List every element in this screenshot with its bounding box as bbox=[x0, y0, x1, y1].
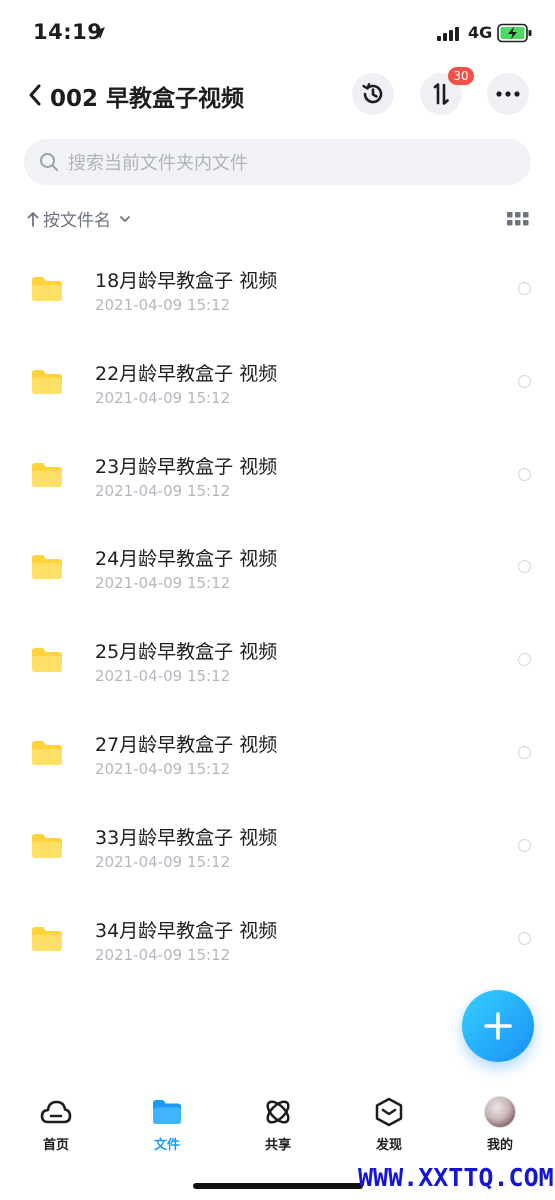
cloud-icon bbox=[40, 1100, 72, 1124]
watermark: WWW.XXTTQ.COM bbox=[358, 1163, 554, 1192]
chevron-left-icon bbox=[29, 84, 41, 106]
file-date: 2021-04-09 15:12 bbox=[95, 759, 231, 778]
tab-home[interactable]: 首页 bbox=[11, 1088, 101, 1158]
file-list-item[interactable]: 24月龄早教盒子 视频 2021-04-09 15:12 bbox=[0, 522, 555, 615]
sort-button[interactable]: 按文件名 bbox=[27, 206, 131, 231]
grid-view-icon[interactable] bbox=[507, 212, 529, 226]
file-date: 2021-04-09 15:12 bbox=[95, 667, 231, 686]
file-name: 23月龄早教盒子 视频 bbox=[95, 455, 278, 478]
location-arrow-icon bbox=[93, 27, 105, 39]
file-name: 18月龄早教盒子 视频 bbox=[95, 270, 278, 292]
file-date: 2021-04-09 15:12 bbox=[95, 296, 231, 314]
file-name: 34月龄早教盒子 视频 bbox=[95, 919, 278, 942]
select-checkbox[interactable] bbox=[518, 653, 531, 667]
file-list-item[interactable]: 34月龄早教盒子 视频 2021-04-09 15:12 bbox=[0, 894, 555, 987]
avatar bbox=[484, 1096, 516, 1128]
file-list-item[interactable]: 25月龄早教盒子 视频 2021-04-09 15:12 bbox=[0, 615, 555, 708]
sort-label: 按文件名 bbox=[43, 211, 111, 231]
tab-discover[interactable]: 发现 bbox=[344, 1088, 434, 1158]
tab-label: 我的 bbox=[486, 1138, 513, 1153]
file-date: 2021-04-09 15:12 bbox=[95, 388, 231, 407]
file-list-item[interactable]: 33月龄早教盒子 视频 2021-04-09 15:12 bbox=[0, 801, 555, 894]
search-input[interactable] bbox=[66, 139, 510, 187]
file-date: 2021-04-09 15:12 bbox=[95, 945, 231, 964]
select-checkbox[interactable] bbox=[518, 282, 531, 295]
select-checkbox[interactable] bbox=[518, 745, 531, 759]
search-icon bbox=[40, 153, 58, 171]
select-checkbox[interactable] bbox=[518, 467, 531, 481]
transfer-count-badge: 30 bbox=[448, 67, 474, 85]
folder-icon bbox=[32, 555, 62, 580]
folder-icon bbox=[32, 369, 62, 394]
file-list: 18月龄早教盒子 视频 2021-04-09 15:12 22月龄早教盒子 视频… bbox=[0, 244, 555, 986]
tab-share[interactable]: 共享 bbox=[233, 1088, 323, 1158]
tab-label: 首页 bbox=[42, 1138, 69, 1153]
status-bar: 14:19 4G bbox=[0, 0, 555, 64]
more-dots-icon bbox=[496, 91, 520, 97]
file-date: 2021-04-09 15:12 bbox=[95, 574, 231, 593]
transfer-icon bbox=[433, 83, 449, 105]
select-checkbox[interactable] bbox=[518, 931, 531, 945]
folder-icon bbox=[32, 926, 62, 951]
plus-icon bbox=[484, 1012, 512, 1040]
history-button[interactable] bbox=[352, 73, 394, 115]
folder-icon bbox=[153, 1100, 181, 1124]
tab-mine[interactable]: 我的 bbox=[455, 1088, 545, 1158]
folder-icon bbox=[32, 648, 62, 673]
navigation-bar: 002 早教盒子视频 30 bbox=[0, 67, 555, 120]
file-list-item[interactable]: 22月龄早教盒子 视频 2021-04-09 15:12 bbox=[0, 337, 555, 430]
file-name: 27月龄早教盒子 视频 bbox=[95, 733, 278, 756]
file-name: 25月龄早教盒子 视频 bbox=[95, 641, 278, 664]
file-date: 2021-04-09 15:12 bbox=[95, 852, 231, 871]
select-checkbox[interactable] bbox=[518, 838, 531, 852]
file-name: 22月龄早教盒子 视频 bbox=[95, 362, 278, 385]
arrow-up-icon bbox=[27, 211, 39, 227]
file-list-item[interactable]: 27月龄早教盒子 视频 2021-04-09 15:12 bbox=[0, 708, 555, 801]
add-button[interactable] bbox=[462, 990, 534, 1062]
search-bar[interactable] bbox=[24, 139, 531, 187]
select-checkbox[interactable] bbox=[518, 560, 531, 574]
page-title: 002 早教盒子视频 bbox=[50, 86, 245, 112]
folder-icon bbox=[32, 740, 62, 765]
history-icon bbox=[362, 83, 383, 104]
tab-label: 共享 bbox=[264, 1138, 291, 1153]
file-list-item[interactable]: 18月龄早教盒子 视频 2021-04-09 15:12 bbox=[0, 244, 555, 337]
folder-icon bbox=[32, 833, 62, 858]
file-list-item[interactable]: 23月龄早教盒子 视频 2021-04-09 15:12 bbox=[0, 430, 555, 523]
sort-row: 按文件名 bbox=[0, 204, 555, 234]
battery-charging-icon bbox=[497, 23, 532, 43]
select-checkbox[interactable] bbox=[518, 374, 531, 388]
cube-icon bbox=[375, 1097, 403, 1127]
file-name: 24月龄早教盒子 视频 bbox=[95, 548, 278, 571]
tab-files[interactable]: 文件 bbox=[122, 1088, 212, 1158]
tab-label: 文件 bbox=[153, 1138, 180, 1153]
folder-icon bbox=[32, 462, 62, 487]
atom-icon bbox=[266, 1100, 290, 1124]
tab-label: 发现 bbox=[375, 1138, 402, 1153]
signal-icon bbox=[437, 27, 459, 41]
home-indicator bbox=[193, 1183, 363, 1189]
network-type: 4G bbox=[468, 23, 493, 42]
folder-icon bbox=[32, 277, 62, 301]
more-button[interactable] bbox=[487, 73, 529, 115]
tab-bar: 首页 文件 共享 发现 我的 bbox=[0, 1088, 555, 1158]
file-date: 2021-04-09 15:12 bbox=[95, 481, 231, 500]
back-button[interactable] bbox=[22, 80, 48, 110]
chevron-down-icon bbox=[120, 215, 130, 222]
file-name: 33月龄早教盒子 视频 bbox=[95, 826, 278, 849]
